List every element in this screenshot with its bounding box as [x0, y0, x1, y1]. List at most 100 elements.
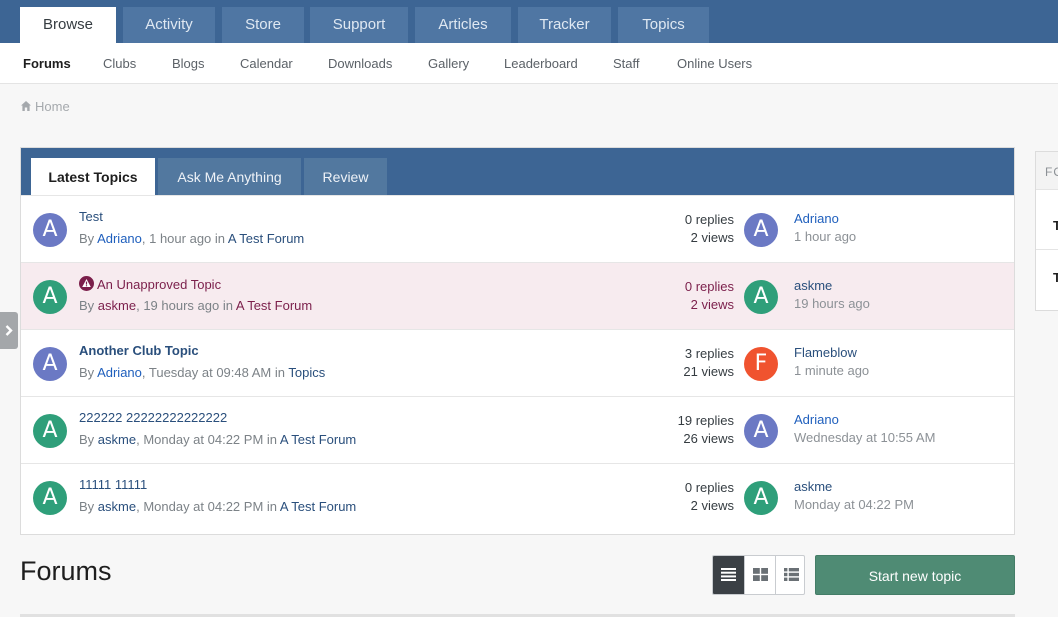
topic-stats: 19 replies 26 views — [678, 412, 734, 448]
tab-store[interactable]: Store — [222, 7, 304, 43]
subnav-leaderboard[interactable]: Leaderboard — [504, 43, 578, 84]
views-count: 2 views — [690, 230, 734, 245]
last-poster-avatar[interactable]: A — [744, 414, 778, 448]
topic-title[interactable]: Test — [79, 209, 103, 224]
subnav-downloads[interactable]: Downloads — [328, 43, 392, 84]
forum-link[interactable]: A Test Forum — [280, 432, 356, 447]
replies-count: 19 replies — [677, 413, 734, 428]
last-poster-avatar[interactable]: A — [744, 280, 778, 314]
last-post-time[interactable]: Monday at 04:22 PM — [794, 497, 914, 512]
topic-meta: By Adriano, Tuesday at 09:48 AM in Topic… — [79, 365, 325, 380]
author-avatar[interactable]: A — [33, 280, 67, 314]
by-label: By — [79, 231, 95, 246]
author-link[interactable]: Adriano — [97, 365, 142, 380]
topic-title-text[interactable]: An Unapproved Topic — [97, 277, 221, 292]
topic-meta: By Adriano, 1 hour ago in A Test Forum — [79, 231, 304, 246]
chevron-right-icon — [5, 325, 13, 336]
views-count: 21 views — [683, 364, 734, 379]
topic-row: A 222222 22222222222222 By askme, Monday… — [21, 396, 1014, 463]
last-post-time[interactable]: 1 hour ago — [794, 229, 856, 244]
topic-row: A 11111 11111 By askme, Monday at 04:22 … — [21, 463, 1014, 530]
topic-time: , Tuesday at 09:48 AM in — [141, 365, 285, 380]
topic-title[interactable]: 222222 22222222222222 — [79, 410, 227, 425]
last-poster-link[interactable]: askme — [794, 479, 832, 494]
tab-topics[interactable]: Topics — [618, 7, 709, 43]
breadcrumb-home[interactable]: Home — [35, 99, 70, 114]
list-view-button[interactable] — [775, 556, 804, 594]
topic-stats: 3 replies 21 views — [683, 345, 734, 381]
last-poster-avatar[interactable]: A — [744, 213, 778, 247]
forum-link[interactable]: A Test Forum — [280, 499, 356, 514]
secondary-navigation: Forums Clubs Blogs Calendar Downloads Ga… — [0, 43, 1058, 84]
author-link[interactable]: askme — [98, 432, 136, 447]
tab-review[interactable]: Review — [304, 158, 387, 195]
forum-link[interactable]: Topics — [288, 365, 325, 380]
author-avatar[interactable]: A — [33, 414, 67, 448]
grid-view-icon — [753, 568, 768, 581]
replies-count: 0 replies — [684, 480, 734, 495]
author-avatar[interactable]: A — [33, 481, 67, 515]
views-count: 2 views — [690, 297, 734, 312]
tab-support[interactable]: Support — [310, 7, 408, 43]
author-avatar[interactable]: A — [33, 213, 67, 247]
tab-ask-me-anything[interactable]: Ask Me Anything — [158, 158, 301, 195]
views-count: 2 views — [690, 498, 734, 513]
topic-title[interactable]: An Unapproved Topic — [79, 276, 221, 292]
author-link[interactable]: askme — [98, 298, 136, 313]
last-poster-avatar[interactable]: A — [744, 481, 778, 515]
subnav-blogs[interactable]: Blogs — [172, 43, 205, 84]
author-avatar[interactable]: A — [33, 347, 67, 381]
warning-icon — [79, 276, 94, 291]
latest-topics-widget: Latest Topics Ask Me Anything Review A T… — [20, 147, 1015, 535]
author-link[interactable]: askme — [98, 499, 136, 514]
last-post-time[interactable]: Wednesday at 10:55 AM — [794, 430, 935, 445]
last-poster-link[interactable]: Adriano — [794, 211, 839, 226]
topic-stats: 0 replies 2 views — [685, 278, 734, 314]
table-view-button[interactable] — [713, 556, 744, 594]
expand-sidebar-toggle[interactable] — [0, 312, 18, 349]
last-post-time[interactable]: 19 hours ago — [794, 296, 870, 311]
last-poster-link[interactable]: Adriano — [794, 412, 839, 427]
sidebar-entry[interactable]: T — [1053, 218, 1058, 233]
forum-link[interactable]: A Test Forum — [228, 231, 304, 246]
last-poster-link[interactable]: Flameblow — [794, 345, 857, 360]
tab-activity[interactable]: Activity — [123, 7, 215, 43]
subnav-forums[interactable]: Forums — [23, 43, 71, 84]
topic-stats: 0 replies 2 views — [685, 479, 734, 515]
topic-meta: By askme, Monday at 04:22 PM in A Test F… — [79, 499, 356, 514]
topic-time: , 1 hour ago in — [141, 231, 226, 246]
forum-link[interactable]: A Test Forum — [236, 298, 312, 313]
view-mode-toggle — [712, 555, 805, 595]
sidebar-widget: FO T T — [1035, 151, 1058, 311]
topic-time: , Monday at 04:22 PM in — [136, 432, 278, 447]
author-link[interactable]: Adriano — [97, 231, 142, 246]
tab-articles[interactable]: Articles — [415, 7, 511, 43]
home-icon — [21, 101, 31, 111]
last-poster-link[interactable]: askme — [794, 278, 832, 293]
subnav-online-users[interactable]: Online Users — [677, 43, 752, 84]
replies-count: 3 replies — [684, 346, 734, 361]
last-poster-avatar[interactable]: F — [744, 347, 778, 381]
start-new-topic-button[interactable]: Start new topic — [815, 555, 1015, 595]
subnav-calendar[interactable]: Calendar — [240, 43, 293, 84]
topic-title[interactable]: Another Club Topic — [79, 343, 199, 358]
page-title: Forums — [20, 556, 112, 586]
subnav-gallery[interactable]: Gallery — [428, 43, 469, 84]
views-count: 26 views — [683, 431, 734, 446]
by-label: By — [79, 432, 95, 447]
replies-count: 0 replies — [684, 279, 734, 294]
sidebar-divider — [1036, 249, 1058, 250]
last-post-time[interactable]: 1 minute ago — [794, 363, 869, 378]
tab-browse[interactable]: Browse — [20, 7, 116, 43]
tab-tracker[interactable]: Tracker — [518, 7, 611, 43]
subnav-staff[interactable]: Staff — [613, 43, 640, 84]
by-label: By — [79, 365, 95, 380]
sidebar-widget-header: FO — [1036, 152, 1058, 190]
sidebar-entry[interactable]: T — [1053, 270, 1058, 285]
tab-latest-topics[interactable]: Latest Topics — [31, 158, 155, 195]
table-view-icon — [721, 568, 736, 581]
subnav-clubs[interactable]: Clubs — [103, 43, 136, 84]
grid-view-button[interactable] — [744, 556, 775, 594]
topic-title[interactable]: 11111 11111 — [79, 477, 147, 492]
topic-row: A Test By Adriano, 1 hour ago in A Test … — [21, 195, 1014, 262]
